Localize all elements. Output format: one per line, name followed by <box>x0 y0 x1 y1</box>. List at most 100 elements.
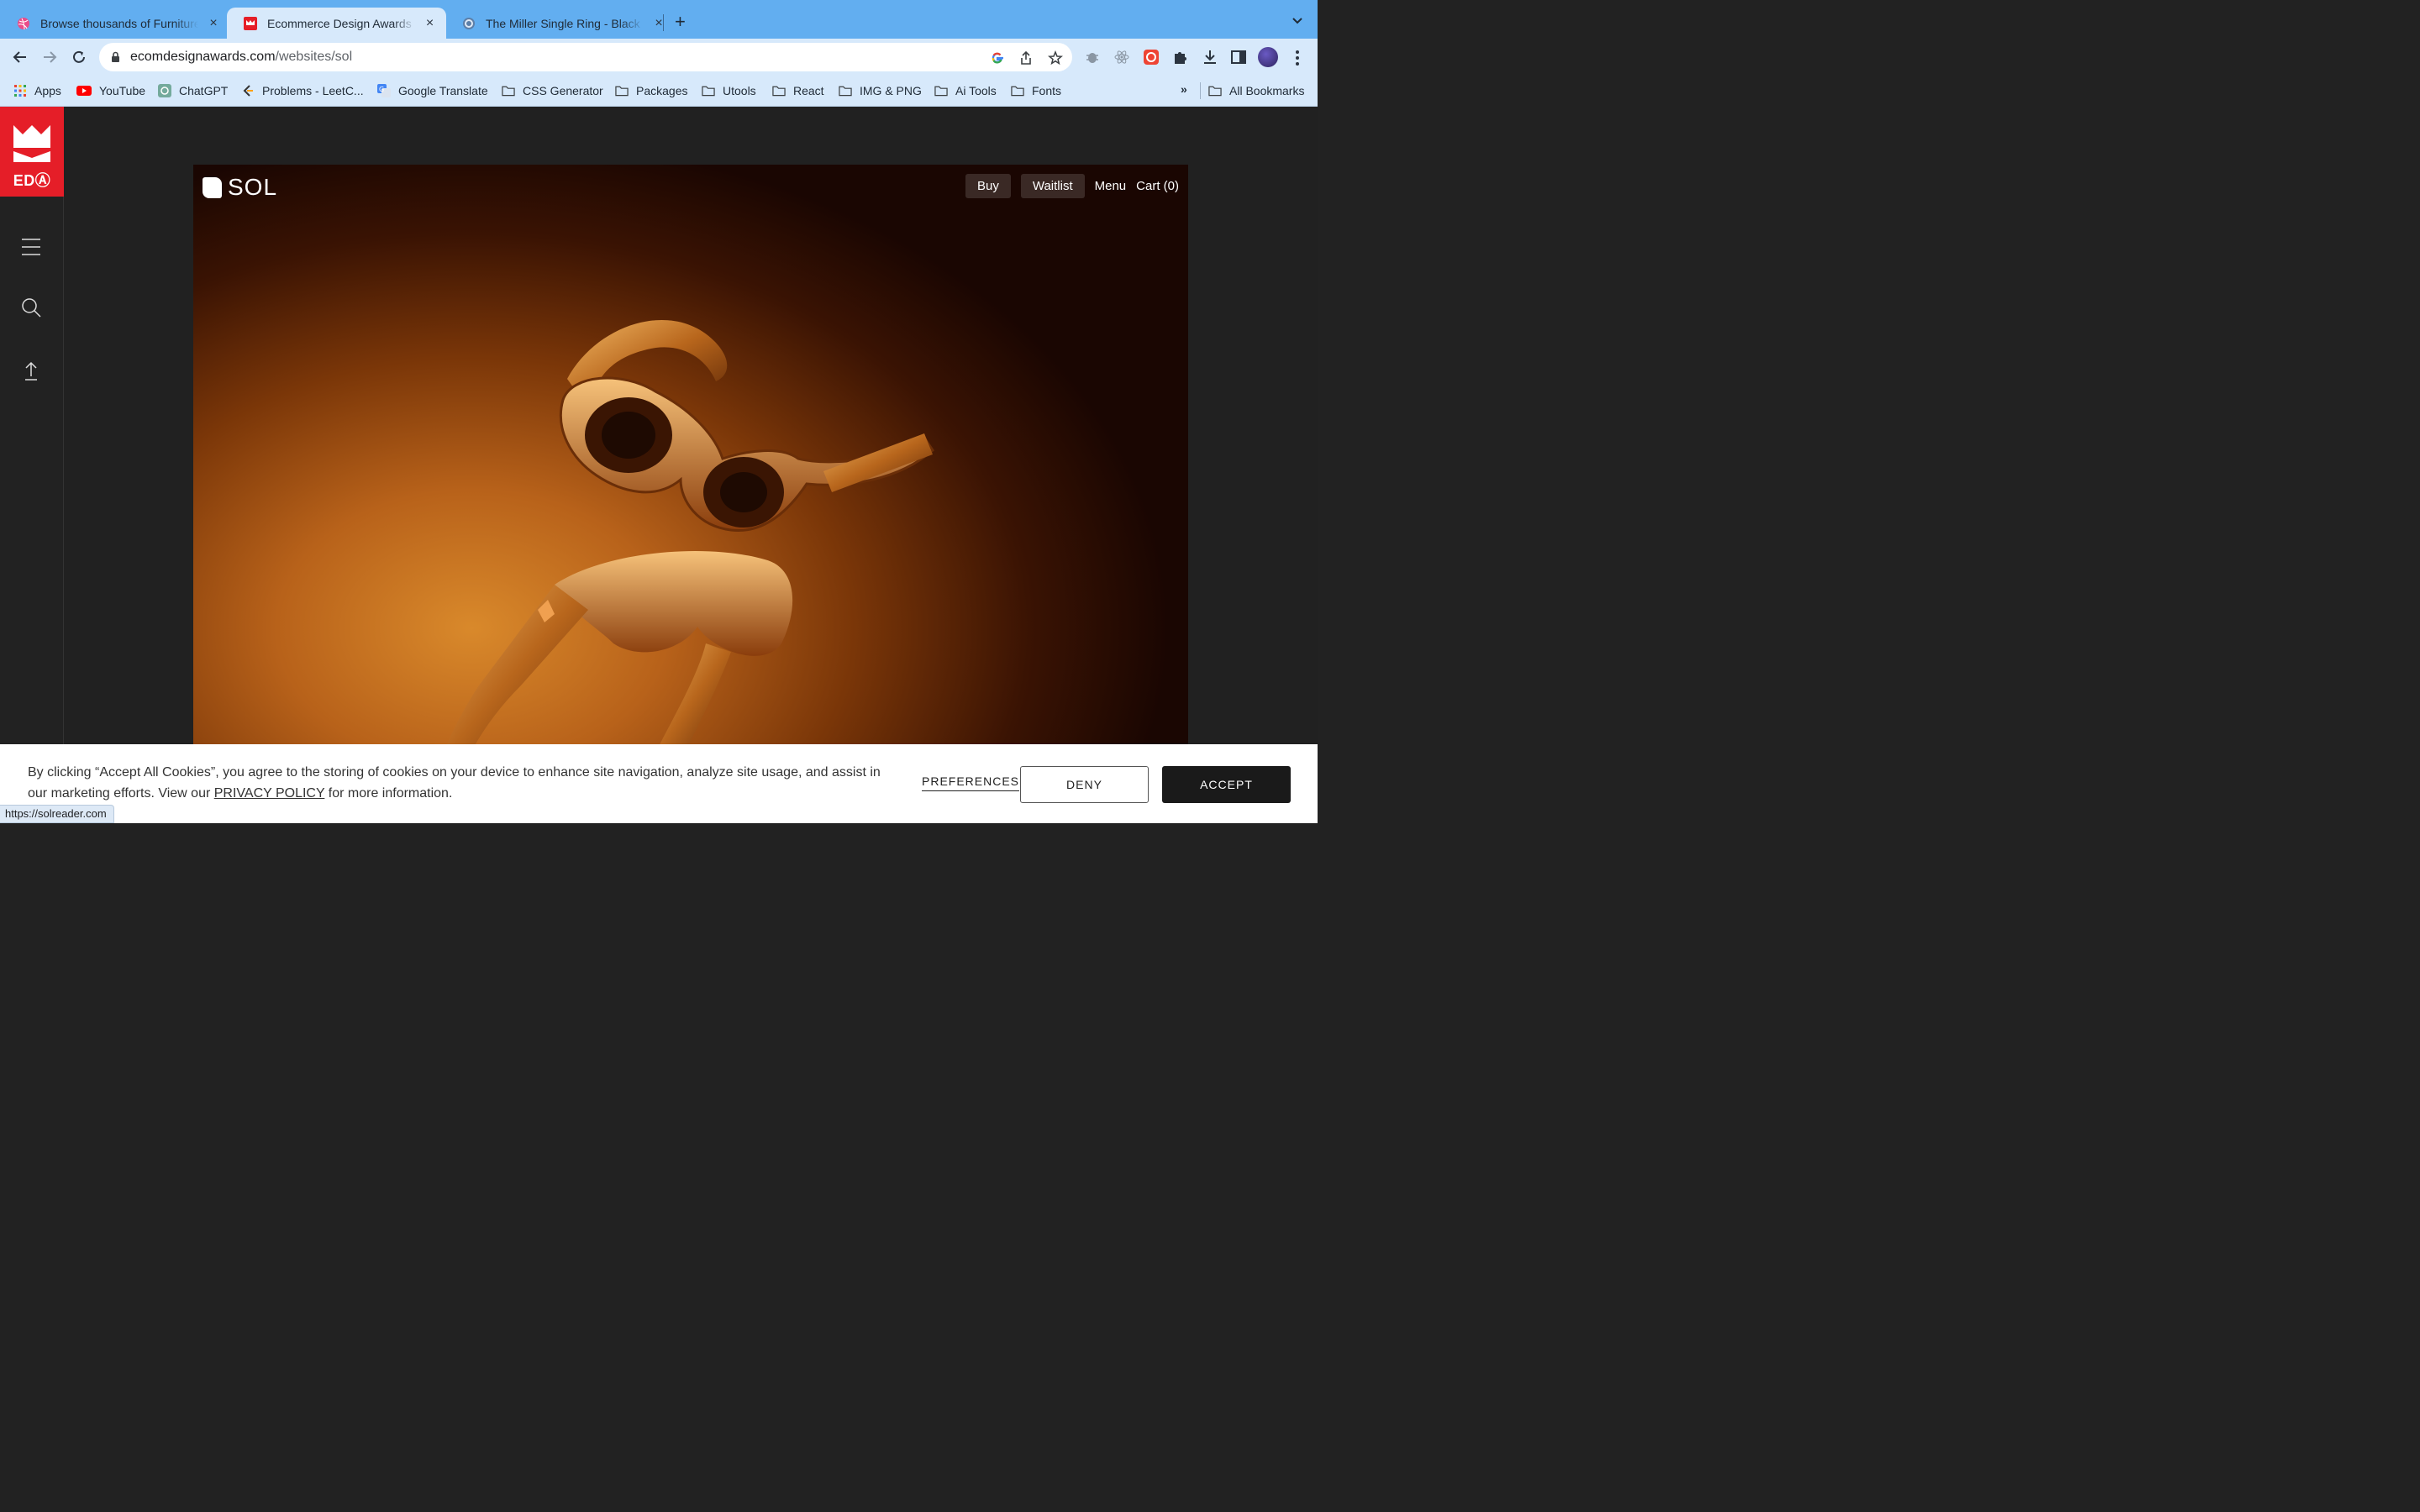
tab-strip: Browse thousands of Furniture × Ecommerc… <box>0 0 1318 39</box>
privacy-policy-link[interactable]: PRIVACY POLICY <box>214 786 325 801</box>
google-translate-icon: G <box>377 84 391 97</box>
tab-ecommerce-design-awards[interactable]: Ecommerce Design Awards | W × <box>227 8 446 39</box>
bookmark-folder-css-generator[interactable]: CSS Generator <box>502 82 603 99</box>
preferences-link[interactable]: PREFERENCES <box>922 774 1020 791</box>
new-tab-button[interactable]: + <box>675 12 686 32</box>
folder-icon <box>934 86 948 97</box>
side-panel-icon[interactable] <box>1230 49 1247 66</box>
bookmark-folder-utools[interactable]: Utools <box>702 82 756 99</box>
page-viewport: EDⒶ SOL Buy Waitlist Menu Cart (0) <box>0 107 1318 823</box>
link-status-bar: https://solreader.com <box>0 805 114 823</box>
folder-icon <box>1208 86 1222 97</box>
bookmark-youtube[interactable]: YouTube <box>76 82 145 99</box>
share-icon[interactable] <box>1018 50 1034 66</box>
tab-miller-ring[interactable]: The Miller Single Ring - Black × <box>445 8 676 39</box>
bookmark-label: Problems - LeetC... <box>262 84 364 97</box>
bookmarks-overflow-button[interactable]: » <box>1181 82 1187 96</box>
bookmark-google-translate[interactable]: G Google Translate <box>377 82 488 99</box>
profile-avatar[interactable] <box>1258 47 1278 67</box>
close-tab-icon[interactable]: × <box>424 16 436 31</box>
bookmark-folder-img-png[interactable]: IMG & PNG <box>839 82 922 99</box>
bookmark-star-icon[interactable] <box>1048 50 1063 66</box>
bookmark-label: IMG & PNG <box>860 84 922 97</box>
cookie-banner: By clicking “Accept All Cookies”, you ag… <box>0 744 1318 823</box>
cookie-message: By clicking “Accept All Cookies”, you ag… <box>28 762 902 804</box>
bookmark-chatgpt[interactable]: ChatGPT <box>158 82 228 99</box>
bookmark-label: React <box>793 84 824 97</box>
puzzle-extensions-icon[interactable] <box>1172 49 1189 66</box>
chevron-down-icon[interactable] <box>1291 13 1304 27</box>
bookmark-label: YouTube <box>99 84 146 97</box>
folder-icon <box>502 86 515 97</box>
bookmark-label: Google Translate <box>398 84 488 97</box>
leetcode-icon <box>243 85 253 97</box>
eda-crown-icon <box>244 16 257 30</box>
url-path: /websites/sol <box>275 50 353 64</box>
bookmark-label: Packages <box>636 84 688 97</box>
folder-icon <box>772 86 786 97</box>
bookmark-folder-fonts[interactable]: Fonts <box>1011 82 1061 99</box>
record-extension-icon[interactable] <box>1143 49 1160 66</box>
eda-logo[interactable]: EDⒶ <box>0 107 64 197</box>
upload-icon[interactable] <box>20 360 42 382</box>
bookmarks-bar: Apps YouTube ChatGPT Problems - LeetC...… <box>0 76 1318 107</box>
buy-button[interactable]: Buy <box>965 174 1011 198</box>
sol-logo-text: SOL <box>228 174 278 200</box>
folder-icon <box>1011 86 1024 97</box>
menu-link[interactable]: Menu <box>1095 179 1127 193</box>
reload-icon[interactable] <box>71 49 87 66</box>
tab-furniture[interactable]: Browse thousands of Furniture × <box>0 8 230 39</box>
youtube-icon <box>76 86 92 96</box>
bookmark-label: CSS Generator <box>523 84 603 97</box>
svg-text:G: G <box>379 86 384 93</box>
ring-site-icon <box>463 17 475 29</box>
bookmarks-divider <box>1200 82 1201 99</box>
url-text: ecomdesignawards.com/websites/sol <box>130 50 352 65</box>
website-preview[interactable]: SOL Buy Waitlist Menu Cart (0) <box>193 165 1188 744</box>
react-devtools-icon[interactable] <box>1113 49 1130 66</box>
bookmark-leetcode[interactable]: Problems - LeetC... <box>241 82 364 99</box>
tab-title: Browse thousands of Furniture <box>40 16 198 30</box>
bookmark-all-bookmarks[interactable]: All Bookmarks <box>1208 82 1304 99</box>
eda-sidebar: EDⒶ <box>0 107 64 823</box>
close-tab-icon[interactable]: × <box>207 16 220 31</box>
chatgpt-icon <box>158 84 171 97</box>
sol-logo-mark <box>203 176 222 198</box>
forward-arrow-icon[interactable] <box>41 49 58 66</box>
bookmark-folder-ai-tools[interactable]: Ai Tools <box>934 82 997 99</box>
search-icon[interactable] <box>20 297 42 318</box>
address-bar[interactable]: ecomdesignawards.com/websites/sol <box>99 43 1072 71</box>
eda-logo-text: EDⒶ <box>13 172 51 189</box>
waitlist-button[interactable]: Waitlist <box>1020 174 1085 198</box>
sol-glasses-product-image <box>447 319 934 744</box>
more-options-icon[interactable] <box>1292 50 1303 66</box>
google-icon[interactable] <box>990 50 1005 66</box>
url-host: ecomdesignawards.com <box>130 50 276 64</box>
bookmark-label: Utools <box>723 84 756 97</box>
bookmark-label: Ai Tools <box>955 84 997 97</box>
cookie-text-before: By clicking “Accept All Cookies”, you ag… <box>28 765 881 801</box>
sol-logo[interactable]: SOL <box>203 174 277 201</box>
download-icon[interactable] <box>1202 49 1218 66</box>
browser-toolbar: ecomdesignawards.com/websites/sol <box>0 39 1318 76</box>
cart-link[interactable]: Cart (0) <box>1136 179 1179 193</box>
apps-grid-icon <box>14 85 26 97</box>
bug-extension-icon[interactable] <box>1084 49 1101 66</box>
deny-button[interactable]: DENY <box>1020 766 1149 803</box>
bookmark-folder-react[interactable]: React <box>772 82 824 99</box>
bookmark-label: Fonts <box>1032 84 1062 97</box>
folder-icon <box>615 86 629 97</box>
accept-button[interactable]: ACCEPT <box>1162 766 1291 803</box>
bookmark-label: ChatGPT <box>179 84 229 97</box>
folder-icon <box>702 86 715 97</box>
bookmark-label: All Bookmarks <box>1229 84 1305 97</box>
tab-title: The Miller Single Ring - Black <box>486 16 640 30</box>
back-arrow-icon[interactable] <box>12 49 29 66</box>
bookmark-apps[interactable]: Apps <box>13 82 61 99</box>
hamburger-menu-icon[interactable] <box>20 236 42 258</box>
cookie-text-after: for more information. <box>324 786 453 801</box>
dribbble-icon <box>18 17 29 29</box>
tab-title: Ecommerce Design Awards | W <box>267 16 415 30</box>
bookmark-folder-packages[interactable]: Packages <box>615 82 687 99</box>
sol-site-nav: Buy Waitlist Menu Cart (0) <box>955 174 1179 198</box>
